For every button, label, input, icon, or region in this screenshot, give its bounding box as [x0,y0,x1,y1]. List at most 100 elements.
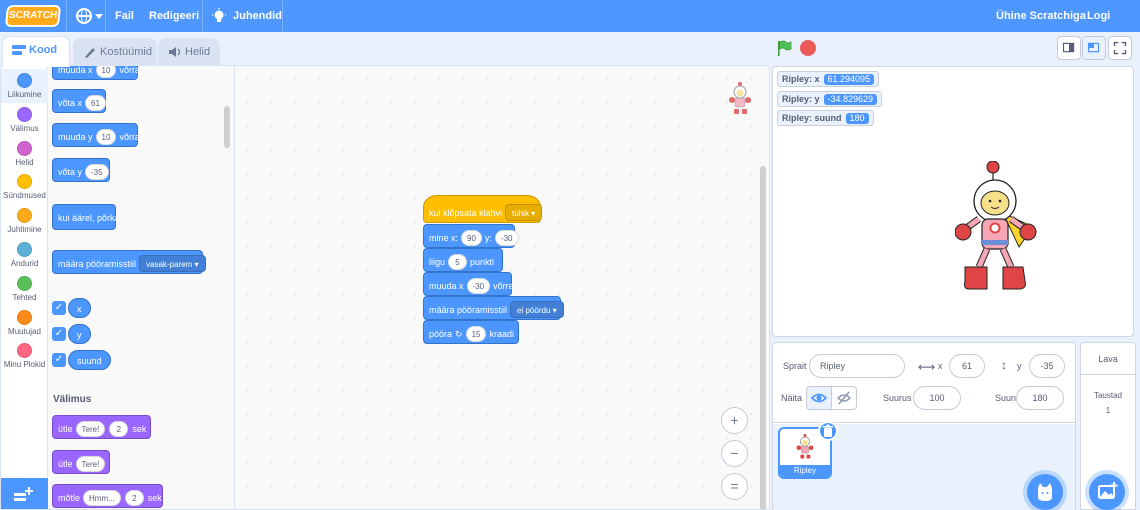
category-my-blocks[interactable]: Minu Plokid [1,342,48,376]
block-input[interactable]: 15 [465,325,487,342]
hide-sprite-button[interactable] [831,386,857,410]
rotate-clockwise-icon: ↻ [455,328,463,339]
block-input[interactable]: 10 [95,128,117,145]
monitor-value: 61.294095 [823,74,875,85]
y-position-input[interactable]: -35 [1029,354,1065,378]
block-think-for-secs[interactable]: mõtle Hmm... 2 sek [52,484,163,508]
sign-in-link[interactable]: Logi sisse [1087,0,1140,54]
ripley-sprite[interactable] [955,161,1045,296]
sprite-name-input[interactable]: Ripley [809,354,905,378]
tab-code-label: Kood [29,44,58,56]
category-sensing[interactable]: Andurid [1,241,48,275]
monitor-value: -34.829629 [823,94,878,105]
block-text: muuda x [58,66,93,75]
block-input[interactable]: 90 [461,229,482,246]
block-input[interactable]: 2 [124,489,144,506]
tab-sounds[interactable]: Helid [158,38,220,66]
file-menu[interactable]: Fail [115,0,134,32]
block-input[interactable]: 5 [448,253,468,270]
rotation-style-dropdown[interactable]: ei pöördu [510,301,564,319]
block-change-y[interactable]: muuda y 10 võrra [52,123,140,147]
stop-button[interactable] [800,40,816,56]
block-turn-degrees[interactable]: pööra ↻ 15 kraadi [423,320,519,344]
category-operators[interactable]: Tehted [1,275,48,309]
block-input[interactable]: 61 [85,94,106,111]
reporter-direction[interactable]: suund [68,350,111,370]
block-set-y[interactable]: võta y -35 [52,158,110,182]
small-stage-button[interactable] [1057,36,1081,60]
menu-divider [105,0,106,32]
edit-menu[interactable]: Redigeeri [149,0,199,32]
join-scratch-link[interactable]: Ühine Scratchiga [996,0,1086,32]
checkbox-x[interactable]: ✓ [52,301,66,315]
chevron-down-icon[interactable] [95,14,103,19]
block-input[interactable]: Tere! [75,455,106,472]
fullscreen-button[interactable] [1108,36,1132,60]
category-label: Tehted [12,293,37,302]
checkbox-direction[interactable]: ✓ [52,353,66,367]
key-dropdown[interactable]: tühik [505,204,543,222]
block-go-to-xy[interactable]: mine x: 90 y: -30 [423,224,519,248]
block-input[interactable]: Hmm... [83,489,121,506]
x-position-input[interactable]: 61 [949,354,985,378]
green-flag-icon[interactable] [776,40,792,56]
reporter-y[interactable]: y [68,324,91,344]
block-text: mõtle [58,492,81,503]
category-variables[interactable]: Muutujad [1,309,48,343]
zoom-out-button[interactable]: − [721,440,748,467]
tab-costumes[interactable]: Kostüümid [73,38,157,66]
trash-icon [823,424,833,437]
block-when-key-pressed[interactable]: kui klõpsata klahvi tühik [423,195,543,223]
large-stage-button[interactable] [1082,36,1106,60]
block-text: liigu [429,256,446,267]
menu-divider [66,0,67,32]
category-events[interactable]: Sündmused [1,173,48,207]
workspace-scrollbar[interactable] [760,166,766,509]
category-dot [17,276,32,291]
menu-bar: SCRATCH Fail Redigeeri Juhendid Ühine Sc… [0,0,1140,54]
palette-scrollbar[interactable] [224,106,230,148]
zoom-reset-button[interactable]: = [721,473,748,500]
category-motion[interactable]: Liikumine [1,69,48,103]
direction-input[interactable]: 180 [1016,386,1064,410]
monitor-label: Ripley: y [782,94,820,104]
zoom-in-button[interactable]: + [721,407,748,434]
choose-sprite-button[interactable] [1027,474,1063,510]
monitor-label: Ripley: suund [782,113,842,123]
block-bounce-on-edge[interactable]: kui äärel, põrka [52,204,120,230]
block-say[interactable]: ütle Tere! [52,450,110,474]
block-input[interactable]: -35 [85,163,109,180]
block-say-for-secs[interactable]: ütle Tere! 2 sek [52,415,151,439]
delete-sprite-button[interactable] [818,421,838,441]
block-input[interactable]: Tere! [75,420,106,437]
block-move-steps[interactable]: liigu 5 punkti [423,248,503,272]
stage-canvas[interactable]: Ripley: x 61.294095 Ripley: y -34.829629 R… [772,66,1134,337]
block-text: kraadi [489,328,514,339]
size-input[interactable]: 100 [913,386,961,410]
tutorials-menu[interactable]: Juhendid [233,0,282,32]
block-change-x[interactable]: muuda x 10 võrra [52,66,140,80]
add-extension-button[interactable] [1,478,48,509]
category-dot [17,174,32,189]
category-looks[interactable]: Välimus [1,106,48,140]
block-input[interactable]: -30 [494,229,519,246]
block-input[interactable]: 10 [95,66,117,78]
language-globe-icon[interactable] [76,8,92,24]
rotation-style-dropdown[interactable]: vasak-parem [139,255,206,273]
scratch-logo[interactable]: SCRATCH [4,5,62,27]
block-set-rotation-style[interactable]: määra pööramisstiil ei pöördu [423,296,564,320]
reporter-x[interactable]: x [68,298,91,318]
paintbrush-icon [85,48,95,58]
tab-code[interactable]: Kood [2,36,70,67]
block-change-x[interactable]: muuda x -30 võrra [423,272,514,296]
checkbox-y[interactable]: ✓ [52,327,66,341]
category-sound[interactable]: Helid [1,140,48,174]
choose-backdrop-button[interactable] [1089,474,1125,510]
block-set-rotation-style[interactable]: määra pööramisstiil vasak-parem [52,250,206,274]
block-set-x[interactable]: võta x 61 [52,89,106,113]
show-sprite-button[interactable] [806,386,832,410]
category-control[interactable]: Juhtimine [1,207,48,241]
block-input[interactable]: 2 [109,420,129,437]
block-input[interactable]: -30 [466,277,491,294]
script-workspace[interactable]: kui klõpsata klahvitühik mine x:90y:-30 … [235,66,769,509]
